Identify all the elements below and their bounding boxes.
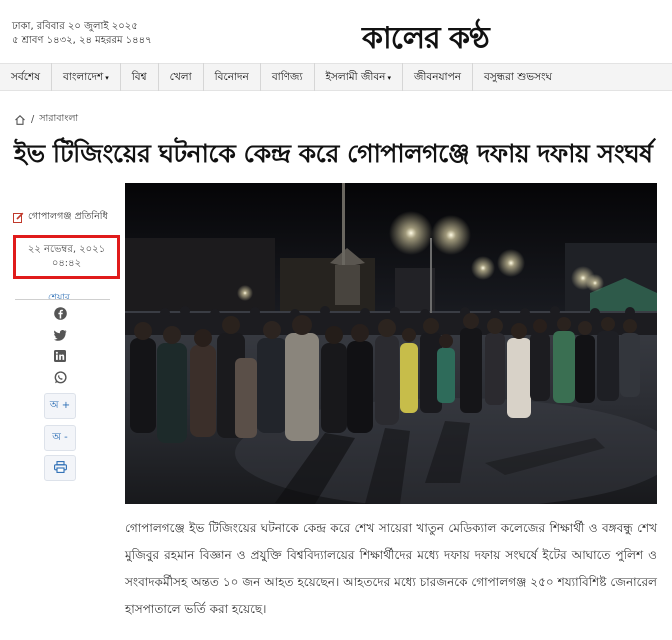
nav-item-business[interactable]: বাণিজ্য — [261, 63, 315, 91]
nav-item-bashundhara-shuvosangho[interactable]: বসুন্ধরা শুভসংঘ — [473, 63, 563, 91]
chevron-down-icon: ▾ — [105, 74, 109, 82]
nav-item-sports[interactable]: খেলা — [159, 63, 204, 91]
facebook-icon[interactable] — [52, 305, 68, 321]
date-line-bangla-hijri: ৫ শ্রাবণ ১৪৩২, ২৪ মহররম ১৪৪৭ — [12, 35, 152, 46]
date-line-gregorian: ঢাকা, রবিবার ২০ জুলাই ২০২৫ — [12, 21, 138, 32]
chevron-down-icon: ▾ — [387, 74, 391, 82]
site-logo[interactable]: কালের কণ্ঠ — [362, 14, 490, 65]
font-increase-button[interactable]: অ + — [44, 393, 76, 419]
breadcrumb-section[interactable]: সারাবাংলা — [39, 112, 78, 127]
article-photo — [125, 183, 657, 504]
twitter-icon[interactable] — [52, 327, 68, 343]
article-headline: ইভ টিজিংয়ের ঘটনাকে কেন্দ্র করে গোপালগঞ্… — [14, 139, 653, 168]
nav-item-islamic-life[interactable]: ইসলামী জীবন ▾ — [315, 63, 403, 91]
site-header: ঢাকা, রবিবার ২০ জুলাই ২০২৫ ৫ শ্রাবণ ১৪৩২… — [0, 0, 672, 62]
nav-item-bangladesh[interactable]: বাংলাদেশ ▾ — [52, 63, 121, 91]
nav-item-entertainment[interactable]: বিনোদন — [204, 63, 261, 91]
home-icon[interactable] — [14, 114, 26, 126]
publish-date: ২২ নভেম্বর, ২০২১ — [27, 244, 106, 255]
reporter-name[interactable]: গোপালগঞ্জ প্রতিনিধি — [28, 210, 108, 225]
nav-item-world[interactable]: বিশ্ব — [121, 63, 159, 91]
print-icon — [53, 460, 67, 476]
publish-time: ০৪:৪২ — [51, 258, 82, 269]
breadcrumb-separator: / — [31, 114, 35, 125]
header-date: ঢাকা, রবিবার ২০ জুলাই ২০২৫ ৫ শ্রাবণ ১৪৩২… — [12, 20, 152, 48]
nav-item-latest[interactable]: সর্বশেষ — [0, 63, 53, 91]
breadcrumb: / সারাবাংলা — [14, 112, 78, 127]
share-label: শেয়ার — [48, 293, 70, 303]
font-decrease-button[interactable]: অ - — [44, 425, 76, 451]
main-nav: সর্বশেষ বাংলাদেশ ▾ বিশ্ব খেলা বিনোদন বাণি… — [0, 63, 672, 91]
pen-icon — [13, 212, 24, 223]
whatsapp-icon[interactable] — [52, 369, 68, 385]
article-body: গোপালগঞ্জে ইভ টিজিংয়ের ঘটনাকে কেন্দ্র ক… — [125, 521, 657, 616]
linkedin-icon[interactable] — [52, 348, 68, 364]
nav-item-lifestyle[interactable]: জীবনযাপন — [403, 63, 473, 91]
reporter-byline: গোপালগঞ্জ প্রতিনিধি — [13, 210, 108, 225]
publish-datetime: ২২ নভেম্বর, ২০২১ ০৪:৪২ — [13, 235, 120, 279]
print-button[interactable] — [44, 455, 76, 481]
share-divider — [15, 299, 110, 300]
